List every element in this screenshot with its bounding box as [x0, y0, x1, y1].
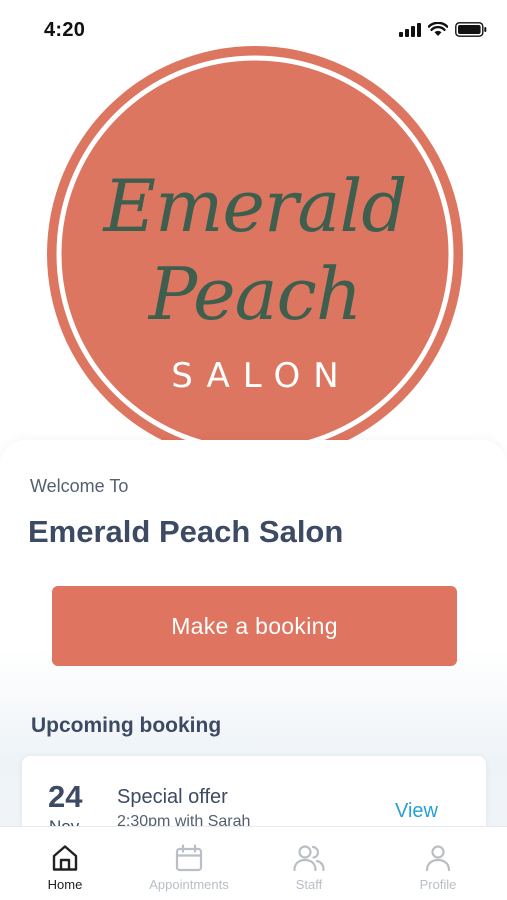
page-title: Emerald Peach Salon	[28, 514, 344, 549]
user-icon	[425, 845, 451, 872]
tab-label-staff: Staff	[295, 877, 323, 892]
booking-title: Special offer	[117, 786, 228, 808]
tab-staff[interactable]: Staff	[246, 827, 372, 900]
status-icons	[399, 22, 487, 37]
battery-icon	[455, 22, 487, 37]
upcoming-heading: Upcoming booking	[31, 714, 222, 737]
calendar-icon	[175, 844, 203, 872]
tab-profile[interactable]: Profile	[375, 827, 501, 900]
view-booking-link[interactable]: View	[395, 800, 438, 823]
logo-text-salon: SALON	[171, 356, 352, 396]
wifi-icon	[428, 22, 448, 37]
tab-appointments[interactable]: Appointments	[126, 827, 252, 900]
welcome-label: Welcome To	[30, 476, 129, 496]
tab-label-profile: Profile	[419, 877, 457, 892]
tab-label-appointments: Appointments	[149, 877, 229, 892]
signal-icon	[399, 22, 421, 37]
salon-logo: Emerald Peach SALON	[47, 46, 463, 462]
tab-bar: Home Appointments Staff Profile	[0, 826, 507, 900]
logo-text-peach: Peach	[148, 252, 362, 336]
logo-text-emerald: Emerald	[103, 164, 408, 248]
users-icon	[293, 845, 325, 872]
status-time: 4:20	[44, 19, 86, 41]
home-icon	[52, 845, 78, 871]
booking-date-day: 24	[48, 779, 83, 814]
tab-label-home: Home	[47, 877, 83, 892]
tab-home[interactable]: Home	[2, 827, 128, 900]
make-booking-button[interactable]: Make a booking	[52, 586, 457, 666]
